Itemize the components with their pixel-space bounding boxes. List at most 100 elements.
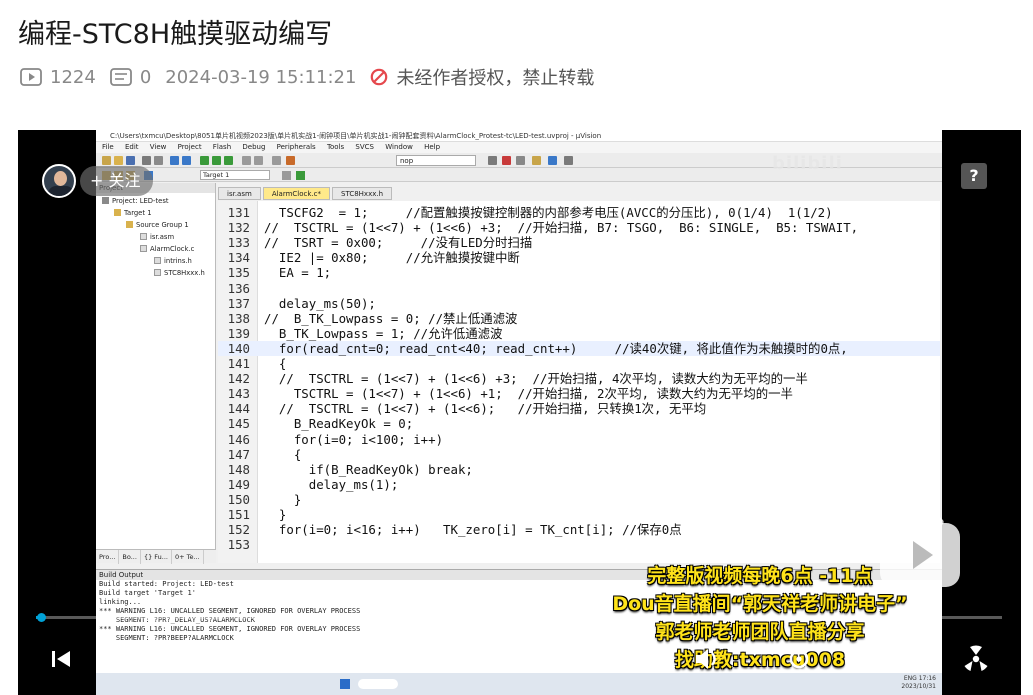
line-number: 141 <box>227 356 250 371</box>
config-icon <box>532 156 541 165</box>
code-line: 148 if(B_ReadKeyOk) break; <box>218 462 940 477</box>
tree-target: Target 1 <box>114 209 152 217</box>
comment-icon <box>109 68 132 86</box>
fullscreen-icon[interactable] <box>908 647 934 671</box>
line-number: 132 <box>227 220 250 236</box>
follow-button[interactable]: + 关注 <box>80 166 153 196</box>
menu-flash: Flash <box>212 143 232 151</box>
code-text: B_TK_Lowpass = 1; //允许低通滤波 <box>264 325 503 341</box>
line-number: 142 <box>227 371 250 387</box>
editor-tabs: isr.asm AlarmClock.c* STC8Hxxx.h <box>218 187 394 200</box>
code-line: 152 for(i=0; i<16; i++) TK_zero[i] = TK_… <box>218 522 940 537</box>
file-icon <box>140 233 147 240</box>
code-line: 139 B_TK_Lowpass = 1; //允许低通滤波 <box>218 326 940 341</box>
tree-target-label: Target 1 <box>124 209 152 217</box>
ide-window-title: C:\Users\txmcu\Desktop\8051单片机视频2023版\单片… <box>96 130 942 142</box>
code-line: 137 delay_ms(50); <box>218 296 940 311</box>
line-number: 140 <box>227 340 250 356</box>
code-text: // B_TK_Lowpass = 0; //禁止低通滤波 <box>264 310 518 326</box>
code-line: 138 // B_TK_Lowpass = 0; //禁止低通滤波 <box>218 311 940 326</box>
progress-thumb[interactable] <box>37 613 47 622</box>
radiation-icon[interactable] <box>962 645 990 673</box>
open-file-icon <box>114 156 123 165</box>
menu-project: Project <box>177 143 202 151</box>
pip-icon[interactable] <box>854 648 880 670</box>
video-player[interactable]: C:\Users\txmcu\Desktop\8051单片机视频2023版\单片… <box>18 130 1021 695</box>
code-line: 145 B_ReadKeyOk = 0; <box>218 416 940 431</box>
help-icon[interactable]: ? <box>961 163 987 189</box>
tree-project-label: Project: LED-test <box>112 197 169 205</box>
code-text: if(B_ReadKeyOk) break; <box>264 461 473 477</box>
ide-menubar: File Edit View Project Flash Debug Perip… <box>96 142 942 153</box>
code-text: // TSCTRL = (1<<7) + (1<<6); //开始扫描, 只转换… <box>264 401 707 417</box>
code-line: 147 { <box>218 447 940 462</box>
comment-toggle-icon <box>272 156 281 165</box>
line-number: 133 <box>227 235 250 251</box>
code-text: // TSCTRL = (1<<7) + (1<<6) +3; //开始扫描, … <box>264 220 859 236</box>
code-line: 142 // TSCTRL = (1<<7) + (1<<6) +3; //开始… <box>218 371 940 386</box>
code-line: 146 for(i=0; i<100; i++) <box>218 432 940 447</box>
code-line: 135 EA = 1; <box>218 265 940 280</box>
breakpoint-icon <box>502 156 511 165</box>
code-line: 132 // TSCTRL = (1<<7) + (1<<6) +3; //开始扫… <box>218 220 940 235</box>
promo-line: Dou音直播间“郭天祥老师讲电子” <box>612 593 908 615</box>
code-line: 136 <box>218 281 940 296</box>
code-text: // TSRT = 0x00; //没有LED分时扫描 <box>264 235 533 251</box>
code-line: 149 delay_ms(1); <box>218 477 940 492</box>
folder-icon <box>126 221 133 228</box>
tree-file-stc8h: STC8Hxxx.h <box>154 269 205 277</box>
bookmark-prev-icon <box>224 156 233 165</box>
tree-file-isr: isr.asm <box>140 233 174 241</box>
menu-file: File <box>102 143 114 151</box>
folder-icon <box>114 209 121 216</box>
code-line: 140 for(read_cnt=0; read_cnt<40; read_cn… <box>218 340 940 356</box>
file-icon <box>154 269 161 276</box>
code-line: 153 <box>218 537 940 552</box>
volume-icon[interactable] <box>694 647 720 671</box>
total-duration: 34:35 <box>229 650 279 670</box>
player-controls: 00:11 / 34:35 自动 倍速 <box>18 635 1021 685</box>
play-count-icon <box>20 68 42 86</box>
uploader-avatar[interactable] <box>42 164 76 198</box>
progress-bar[interactable] <box>36 613 1002 622</box>
line-number: 146 <box>227 431 250 447</box>
menu-tools: Tools <box>326 143 345 151</box>
prev-icon[interactable] <box>50 649 72 669</box>
settings-icon[interactable] <box>786 648 812 670</box>
speed-button[interactable]: 倍速 <box>618 648 654 674</box>
code-text: for(i=0; i<16; i++) TK_zero[i] = TK_cnt[… <box>264 522 682 538</box>
bookmark-next-icon <box>212 156 221 165</box>
repost-notice: 未经作者授权，禁止转载 <box>370 64 594 90</box>
code-line: 151 } <box>218 507 940 522</box>
code-text: { <box>264 356 287 371</box>
quality-button[interactable]: 自动 <box>546 648 582 674</box>
video-meta: 1224 0 2024-03-19 15:11:21 未经作者授权，禁止转载 <box>20 64 608 90</box>
line-number: 145 <box>227 416 250 432</box>
panel-tab-project: Pro... <box>96 550 120 564</box>
menu-window: Window <box>385 143 413 151</box>
line-number: 135 <box>227 265 250 281</box>
find-combo: nop <box>396 155 476 166</box>
line-number: 149 <box>227 476 250 492</box>
toggle-bp-icon <box>516 156 525 165</box>
project-icon <box>102 197 109 204</box>
line-number: 153 <box>227 537 250 553</box>
new-file-icon <box>102 156 111 165</box>
menu-debug: Debug <box>242 143 266 151</box>
code-line: 143 TSCTRL = (1<<7) + (1<<6) +1; //开始扫描,… <box>218 386 940 401</box>
line-number: 143 <box>227 386 250 402</box>
manage-icon <box>296 171 305 180</box>
line-number: 136 <box>227 280 250 296</box>
play-button[interactable] <box>102 645 128 673</box>
video-title: 编程-STC8H触摸驱动编写 <box>18 19 333 50</box>
debug-icon <box>488 156 497 165</box>
avatar-suit <box>48 186 74 196</box>
line-number: 147 <box>227 446 250 462</box>
menu-view: View <box>149 143 167 151</box>
comments-count: 0 <box>139 66 152 88</box>
panel-tab-functions: {} Fu... <box>141 550 172 564</box>
redo-icon <box>182 156 191 165</box>
code-text: // TSCTRL = (1<<7) + (1<<6) +3; //开始扫描, … <box>264 371 808 387</box>
menu-svcs: SVCS <box>355 143 374 151</box>
panel-tab-templates: 0+ Te... <box>172 550 204 564</box>
